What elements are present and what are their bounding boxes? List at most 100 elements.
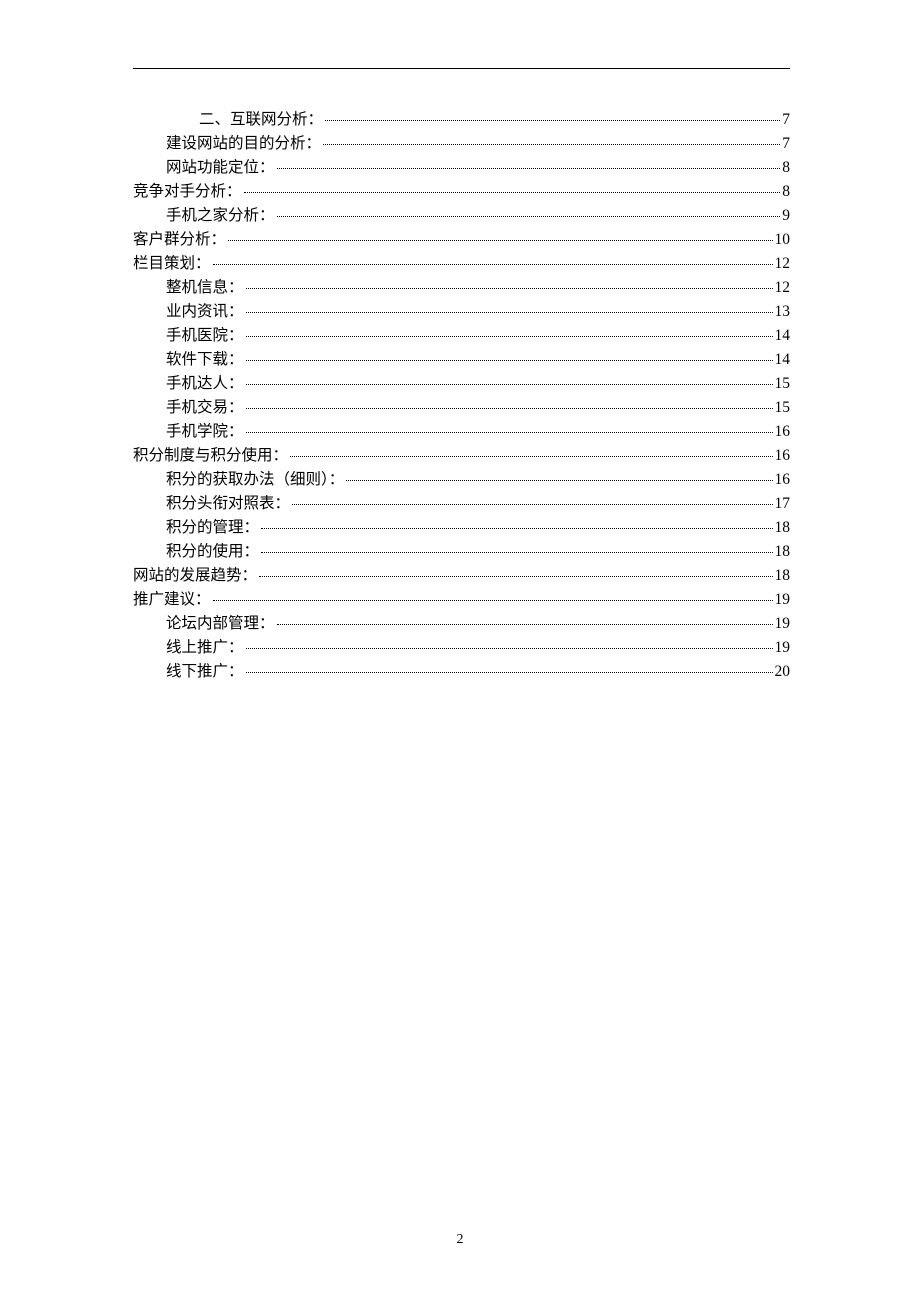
- toc-leader-dots: [213, 600, 773, 601]
- toc-page-number: 8: [782, 184, 790, 200]
- toc-row[interactable]: 栏目策划： 12: [133, 256, 790, 280]
- toc-row[interactable]: 线上推广： 19: [133, 640, 790, 664]
- toc-page-number: 16: [775, 472, 791, 488]
- toc-row[interactable]: 手机交易： 15: [133, 400, 790, 424]
- toc-row[interactable]: 二、互联网分析： 7: [133, 112, 790, 136]
- toc-leader-dots: [246, 648, 773, 649]
- toc-page-number: 18: [775, 520, 791, 536]
- page-number: 2: [0, 1232, 920, 1248]
- table-of-contents: 二、互联网分析： 7 建设网站的目的分析： 7 网站功能定位： 8 竞争对手分析： 8 手机之家…: [133, 112, 790, 688]
- toc-row[interactable]: 网站功能定位： 8: [133, 160, 790, 184]
- toc-row[interactable]: 推广建议： 19: [133, 592, 790, 616]
- toc-label: 手机学院：: [166, 424, 244, 440]
- toc-label: 积分制度与积分使用：: [133, 448, 288, 464]
- toc-row[interactable]: 整机信息： 12: [133, 280, 790, 304]
- toc-row[interactable]: 业内资讯： 13: [133, 304, 790, 328]
- toc-label: 手机之家分析：: [166, 208, 275, 224]
- toc-label: 论坛内部管理：: [166, 616, 275, 632]
- toc-leader-dots: [261, 552, 772, 553]
- toc-page-number: 20: [775, 664, 791, 680]
- toc-page-number: 12: [775, 280, 791, 296]
- toc-page-number: 8: [782, 160, 790, 176]
- toc-row[interactable]: 建设网站的目的分析： 7: [133, 136, 790, 160]
- toc-leader-dots: [246, 312, 773, 313]
- toc-leader-dots: [261, 528, 772, 529]
- toc-page-number: 14: [775, 328, 791, 344]
- toc-label: 软件下载：: [166, 352, 244, 368]
- toc-leader-dots: [246, 384, 773, 385]
- toc-leader-dots: [213, 264, 773, 265]
- toc-leader-dots: [290, 456, 772, 457]
- toc-label: 网站功能定位：: [166, 160, 275, 176]
- toc-row[interactable]: 积分的获取办法（细则）： 16: [133, 472, 790, 496]
- toc-row[interactable]: 积分的使用： 18: [133, 544, 790, 568]
- toc-leader-dots: [228, 240, 772, 241]
- toc-label: 栏目策划：: [133, 256, 211, 272]
- toc-page-number: 12: [775, 256, 791, 272]
- toc-leader-dots: [346, 480, 772, 481]
- header-rule: [133, 68, 790, 69]
- toc-label: 网站的发展趋势：: [133, 568, 257, 584]
- toc-leader-dots: [246, 336, 773, 337]
- toc-leader-dots: [292, 504, 772, 505]
- toc-row[interactable]: 论坛内部管理： 19: [133, 616, 790, 640]
- toc-leader-dots: [246, 408, 773, 409]
- toc-row[interactable]: 客户群分析： 10: [133, 232, 790, 256]
- toc-page-number: 17: [775, 496, 791, 512]
- toc-page-number: 13: [775, 304, 791, 320]
- toc-label: 线下推广：: [166, 664, 244, 680]
- toc-leader-dots: [277, 624, 773, 625]
- toc-leader-dots: [246, 360, 773, 361]
- toc-label: 客户群分析：: [133, 232, 226, 248]
- toc-leader-dots: [277, 216, 781, 217]
- toc-row[interactable]: 积分头衔对照表： 17: [133, 496, 790, 520]
- toc-page-number: 7: [782, 112, 790, 128]
- toc-page-number: 16: [775, 424, 791, 440]
- toc-label: 积分的管理：: [166, 520, 259, 536]
- toc-label: 积分头衔对照表：: [166, 496, 290, 512]
- toc-leader-dots: [259, 576, 772, 577]
- toc-leader-dots: [323, 144, 780, 145]
- toc-row[interactable]: 手机之家分析： 9: [133, 208, 790, 232]
- toc-leader-dots: [246, 672, 773, 673]
- toc-row[interactable]: 软件下载： 14: [133, 352, 790, 376]
- toc-row[interactable]: 网站的发展趋势： 18: [133, 568, 790, 592]
- toc-page-number: 9: [782, 208, 790, 224]
- toc-label: 业内资讯：: [166, 304, 244, 320]
- toc-page-number: 14: [775, 352, 791, 368]
- toc-page-number: 7: [782, 136, 790, 152]
- toc-label: 竞争对手分析：: [133, 184, 242, 200]
- toc-label: 积分的获取办法（细则）：: [166, 472, 344, 488]
- toc-leader-dots: [246, 288, 773, 289]
- toc-leader-dots: [277, 168, 781, 169]
- toc-page-number: 15: [775, 400, 791, 416]
- toc-page-number: 15: [775, 376, 791, 392]
- toc-row[interactable]: 积分制度与积分使用： 16: [133, 448, 790, 472]
- toc-page-number: 18: [775, 568, 791, 584]
- toc-row[interactable]: 积分的管理： 18: [133, 520, 790, 544]
- page: 二、互联网分析： 7 建设网站的目的分析： 7 网站功能定位： 8 竞争对手分析： 8 手机之家…: [0, 0, 920, 1302]
- toc-row[interactable]: 手机达人： 15: [133, 376, 790, 400]
- toc-label: 手机医院：: [166, 328, 244, 344]
- toc-label: 推广建议：: [133, 592, 211, 608]
- toc-label: 积分的使用：: [166, 544, 259, 560]
- toc-label: 线上推广：: [166, 640, 244, 656]
- toc-label: 手机达人：: [166, 376, 244, 392]
- toc-leader-dots: [325, 120, 780, 121]
- toc-row[interactable]: 线下推广： 20: [133, 664, 790, 688]
- toc-label: 二、互联网分析：: [199, 112, 323, 128]
- toc-page-number: 19: [775, 616, 791, 632]
- toc-row[interactable]: 手机学院： 16: [133, 424, 790, 448]
- toc-page-number: 19: [775, 640, 791, 656]
- toc-leader-dots: [244, 192, 781, 193]
- toc-label: 建设网站的目的分析：: [166, 136, 321, 152]
- toc-label: 整机信息：: [166, 280, 244, 296]
- toc-row[interactable]: 竞争对手分析： 8: [133, 184, 790, 208]
- toc-page-number: 10: [775, 232, 791, 248]
- toc-page-number: 18: [775, 544, 791, 560]
- toc-row[interactable]: 手机医院： 14: [133, 328, 790, 352]
- toc-leader-dots: [246, 432, 773, 433]
- toc-label: 手机交易：: [166, 400, 244, 416]
- toc-page-number: 19: [775, 592, 791, 608]
- toc-page-number: 16: [775, 448, 791, 464]
